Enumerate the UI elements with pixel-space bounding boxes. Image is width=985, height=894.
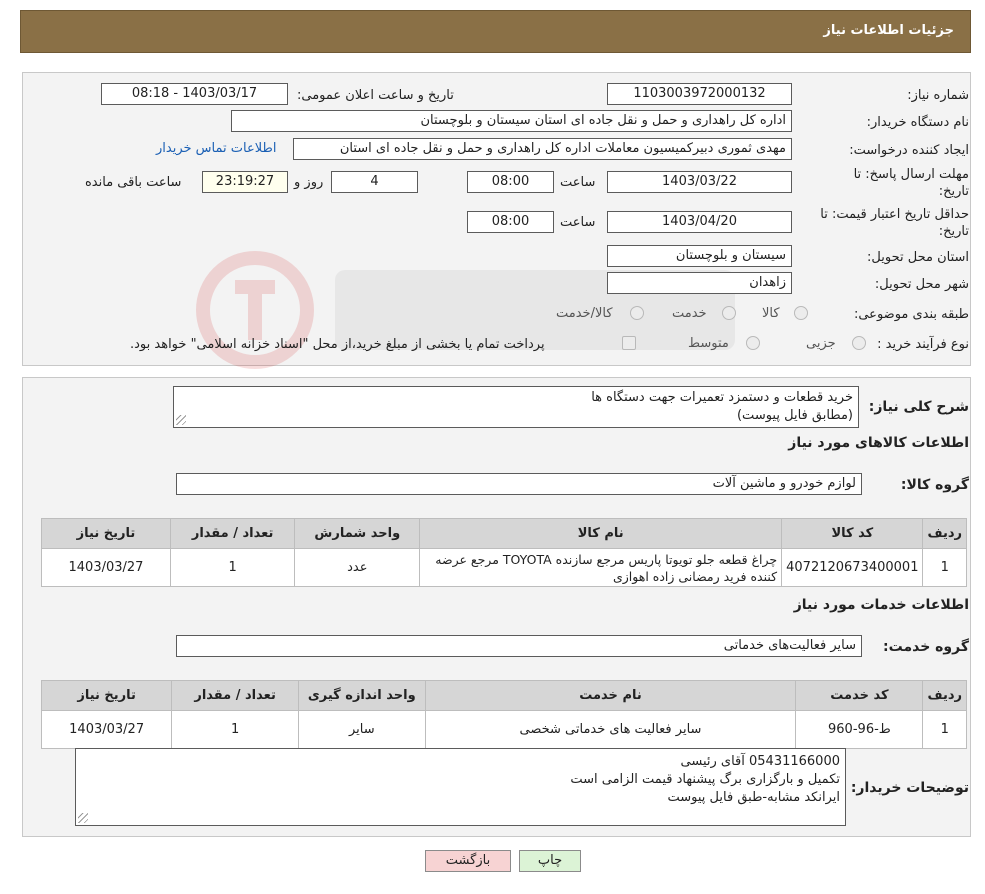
goods-table-header: ردیف کد کالا نام کالا واحد شمارش تعداد /… (41, 518, 967, 549)
announce-field: 1403/03/17 - 08:18 (101, 83, 288, 105)
col-qty: تعداد / مقدار (171, 680, 299, 711)
buyer-org-label: نام دستگاه خریدار: (866, 115, 969, 130)
category-service-label: خدمت (672, 306, 707, 321)
cell-index: 1 (922, 548, 967, 587)
city-field: زاهدان (607, 272, 792, 294)
services-group-label: گروه خدمت: (883, 639, 969, 655)
cell-name-line-1: چراغ قطعه جلو تویوتا پاریس مرجع سازنده T… (435, 551, 778, 567)
goods-group-label: گروه کالا: (900, 477, 969, 493)
col-qty: تعداد / مقدار (169, 518, 296, 549)
col-name: نام کالا (419, 518, 783, 549)
buyer-notes-line-1: 05431166000 آقای رئیسی (680, 754, 840, 769)
description-label: شرح کلی نیاز: (868, 399, 969, 415)
process-partial-label: جزیی (806, 336, 836, 351)
cell-index: 1 (922, 710, 967, 749)
cell-name: چراغ قطعه جلو تویوتا پاریس مرجع سازنده T… (419, 548, 783, 587)
resize-grip-icon[interactable] (78, 813, 88, 823)
col-index: ردیف (922, 518, 967, 549)
announce-label: تاریخ و ساعت اعلان عمومی: (297, 88, 454, 103)
process-note: پرداخت تمام یا بخشی از مبلغ خرید،از محل … (130, 337, 545, 352)
reply-deadline-label: مهلت ارسال پاسخ: تا (853, 167, 969, 182)
process-radio-partial[interactable] (852, 336, 866, 350)
goods-section-title: اطلاعات کالاهای مورد نیاز (788, 435, 969, 451)
category-radio-goods[interactable] (794, 306, 808, 320)
requester-label: ایجاد کننده درخواست: (849, 143, 969, 158)
category-label: طبقه بندی موضوعی: (853, 307, 969, 322)
description-line-1: خرید قطعات و دستمزد تعمیرات جهت دستگاه ه… (591, 390, 853, 405)
requester-field: مهدی ثموری دبیرکمیسیون معاملات اداره کل … (293, 138, 792, 160)
buyer-notes-textarea[interactable]: 05431166000 آقای رئیسی تکمیل و بارگزاری … (75, 748, 846, 826)
price-date-field: 1403/04/20 (607, 211, 792, 233)
process-radio-medium[interactable] (746, 336, 760, 350)
col-unit: واحد اندازه گیری (297, 680, 426, 711)
services-group-field: سایر فعالیت‌های خدماتی (176, 635, 862, 657)
price-validity-label-date: تاریخ: (938, 224, 969, 239)
cell-unit: عدد (294, 548, 421, 587)
cell-name: سایر فعالیت های خدماتی شخصی (424, 710, 797, 749)
process-label: نوع فرآیند خرید : (877, 337, 969, 352)
remaining-label: ساعت باقی مانده (85, 175, 182, 190)
process-note-checkbox[interactable] (622, 336, 636, 350)
reply-time-label: ساعت (560, 175, 596, 190)
table-row: 1 ط-96-960 سایر فعالیت های خدماتی شخصی س… (40, 710, 967, 749)
cell-code: 4072120673400001 (781, 548, 924, 587)
buyer-notes-label: توضیحات خریدار: (850, 780, 969, 796)
province-label: استان محل تحویل: (867, 250, 969, 265)
cell-name-line-2: کننده فرید رمضانی زاده اهوازی (612, 568, 778, 584)
city-label: شهر محل تحویل: (874, 277, 969, 292)
price-validity-label: حداقل تاریخ اعتبار قیمت: تا (820, 207, 969, 222)
table-row: 1 4072120673400001 چراغ قطعه جلو تویوتا … (41, 548, 967, 587)
need-number-field: 1103003972000132 (607, 83, 792, 105)
services-section-title: اطلاعات خدمات مورد نیاز (793, 597, 969, 613)
price-time-field: 08:00 (467, 211, 554, 233)
description-line-2: (مطابق فایل پیوست) (736, 408, 853, 423)
category-radio-both[interactable] (630, 306, 644, 320)
resize-grip-icon[interactable] (176, 415, 186, 425)
need-number-label: شماره نیاز: (907, 88, 969, 103)
services-table-header: ردیف کد خدمت نام خدمت واحد اندازه گیری ت… (40, 680, 967, 711)
col-index: ردیف (922, 680, 967, 711)
remaining-time-field: 23:19:27 (202, 171, 288, 193)
buyer-org-field: اداره کل راهداری و حمل و نقل جاده ای است… (231, 110, 792, 132)
buyer-contact-link[interactable]: اطلاعات تماس خریدار (156, 141, 276, 156)
col-code: کد خدمت (795, 680, 924, 711)
print-button[interactable]: چاپ (519, 850, 581, 872)
page-header: جزئیات اطلاعات نیاز (20, 10, 971, 53)
col-date: تاریخ نیاز (40, 680, 173, 711)
cell-date: 1403/03/27 (40, 710, 173, 749)
province-field: سیستان و بلوچستان (607, 245, 792, 267)
col-date: تاریخ نیاز (41, 518, 171, 549)
back-button[interactable]: بازگشت (425, 850, 511, 872)
col-code: کد کالا (781, 518, 924, 549)
cell-qty: 1 (171, 710, 299, 749)
goods-group-field: لوازم خودرو و ماشین آلات (176, 473, 862, 495)
category-goods-label: کالا (762, 306, 780, 321)
reply-time-field: 08:00 (467, 171, 554, 193)
cell-code: ط-96-960 (795, 710, 924, 749)
category-both-label: کالا/خدمت (556, 306, 613, 321)
price-time-label: ساعت (560, 215, 596, 230)
buyer-notes-line-2: تکمیل و بارگزاری برگ پیشنهاد قیمت الزامی… (570, 772, 840, 787)
reply-date-field: 1403/03/22 (607, 171, 792, 193)
buyer-notes-line-3: ایرانکد مشابه-طبق فایل پیوست (667, 790, 841, 805)
col-name: نام خدمت (424, 680, 797, 711)
category-radio-service[interactable] (722, 306, 736, 320)
cell-unit: سایر (297, 710, 426, 749)
services-table: ردیف کد خدمت نام خدمت واحد اندازه گیری ت… (40, 680, 967, 749)
col-unit: واحد شمارش (294, 518, 421, 549)
process-medium-label: متوسط (688, 336, 729, 351)
reply-deadline-label-date: تاریخ: (938, 184, 969, 199)
page-title: جزئیات اطلاعات نیاز (823, 23, 954, 38)
days-label: روز و (294, 175, 324, 190)
cell-qty: 1 (169, 548, 296, 587)
description-textarea[interactable]: خرید قطعات و دستمزد تعمیرات جهت دستگاه ه… (173, 386, 859, 428)
days-field: 4 (331, 171, 418, 193)
cell-date: 1403/03/27 (41, 548, 171, 587)
goods-table: ردیف کد کالا نام کالا واحد شمارش تعداد /… (41, 518, 967, 587)
